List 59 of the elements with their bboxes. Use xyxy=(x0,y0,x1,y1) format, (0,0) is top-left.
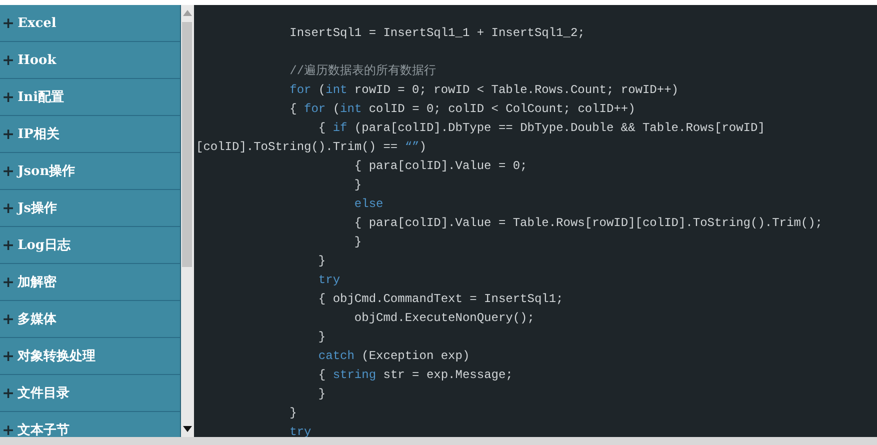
code-line: { para[colID].Value = Table.Rows[rowID][colID].ToString().Trim(); xyxy=(353,215,824,232)
scroll-down-icon[interactable] xyxy=(183,426,192,432)
code-line: { for (int colID = 0; colID < ColCount; colID++) xyxy=(288,101,636,118)
code-line: else xyxy=(353,196,384,213)
plus-icon: + xyxy=(2,16,15,30)
sidebar-item[interactable]: + Excel xyxy=(0,5,180,42)
scroll-thumb[interactable] xyxy=(182,22,192,267)
plus-icon: + xyxy=(2,52,15,68)
plus-icon: + xyxy=(2,348,15,364)
plus-icon: + xyxy=(2,90,15,104)
sidebar-item[interactable]: + 对象转换处理 xyxy=(0,338,180,375)
code-line: try xyxy=(317,272,342,289)
code-line: catch (Exception exp) xyxy=(317,348,471,365)
code-line: [colID].ToString().Trim() == “”) xyxy=(196,139,428,156)
sidebar-item-label: Excel xyxy=(18,16,56,30)
sidebar-item-label: IP相关 xyxy=(18,126,60,143)
sidebar-item[interactable]: + 多媒体 xyxy=(0,301,180,338)
sidebar-item-label: 文件目录 xyxy=(18,384,70,402)
sidebar-item[interactable]: + IP相关 xyxy=(0,116,180,153)
sidebar-item-label: Ini配置 xyxy=(18,89,64,106)
sidebar-item[interactable]: + Ini配置 xyxy=(0,79,180,116)
sidebar-item[interactable]: + 文件目录 xyxy=(0,375,180,412)
code-line: objCmd.ExecuteNonQuery(); xyxy=(353,310,536,327)
sidebar-item[interactable]: + Hook xyxy=(0,42,180,79)
code-line: { objCmd.CommandText = InsertSql1; xyxy=(317,291,564,308)
code-line: } xyxy=(317,329,327,346)
code-line: { string str = exp.Message; xyxy=(317,367,514,384)
plus-icon: + xyxy=(2,164,15,178)
sidebar-item-label: Json操作 xyxy=(18,163,76,180)
scroll-up-icon[interactable] xyxy=(183,10,192,16)
sidebar-item[interactable]: + 加解密 xyxy=(0,264,180,301)
code-line: } xyxy=(317,386,327,403)
sidebar-item-label: 文本子节 xyxy=(18,422,70,437)
code-line: } xyxy=(353,177,363,194)
scrollbar[interactable] xyxy=(181,5,194,437)
sidebar-item-label: 对象转换处理 xyxy=(18,348,96,365)
sidebar-item[interactable]: + Js操作 xyxy=(0,190,180,227)
plus-icon: + xyxy=(2,126,15,142)
code-line: } xyxy=(353,234,363,251)
sidebar-item[interactable]: + Json操作 xyxy=(0,153,180,190)
sidebar-item[interactable]: + Log日志 xyxy=(0,227,180,264)
plus-icon: + xyxy=(2,386,15,400)
sidebar-item-label: 加解密 xyxy=(18,274,57,291)
code-line: { if (para[colID].DbType == DbType.Double && Table.Rows[rowID] xyxy=(317,120,766,137)
code-line: InsertSql1 = InsertSql1_1 + InsertSql1_2; xyxy=(288,25,586,42)
plus-icon: + xyxy=(2,312,15,326)
sidebar-item-label: 多媒体 xyxy=(18,311,57,328)
code-line: } xyxy=(317,253,327,270)
plus-icon: + xyxy=(2,238,15,252)
plus-icon: + xyxy=(2,200,15,216)
sidebar-item-label: Log日志 xyxy=(18,236,70,254)
code-line: } xyxy=(288,405,298,422)
sidebar-item-label: Js操作 xyxy=(18,200,58,217)
plus-icon: + xyxy=(2,422,15,437)
code-line: { para[colID].Value = 0; xyxy=(353,158,528,175)
code-line: //遍历数据表的所有数据行 xyxy=(288,63,438,80)
plus-icon: + xyxy=(2,274,15,290)
code-line: for (int rowID = 0; rowID < Table.Rows.Count; rowID++) xyxy=(288,82,680,99)
sidebar-item-label: Hook xyxy=(18,52,56,68)
